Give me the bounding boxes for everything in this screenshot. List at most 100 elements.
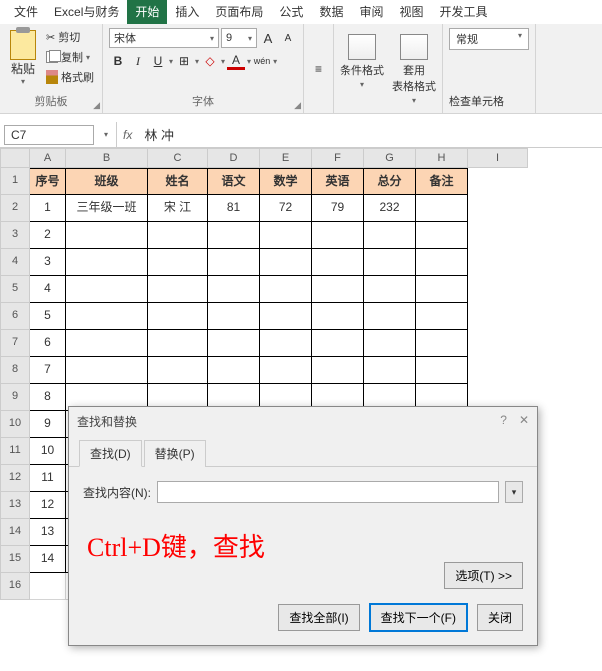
data-cell[interactable]: 5 [30,303,66,330]
data-cell[interactable] [364,249,416,276]
find-all-button[interactable]: 查找全部(I) [278,604,359,631]
data-cell[interactable] [260,276,312,303]
tab-excel-finance[interactable]: Excel与财务 [46,0,127,24]
row-header[interactable]: 7 [0,330,30,357]
row-header[interactable]: 16 [0,573,30,600]
data-cell[interactable] [66,222,148,249]
row-header[interactable]: 11 [0,438,30,465]
align-icon[interactable]: ≡ [315,62,322,76]
data-cell[interactable] [364,276,416,303]
col-header[interactable]: C [148,148,208,168]
find-next-button[interactable]: 查找下一个(F) [370,604,467,631]
data-cell[interactable] [312,303,364,330]
data-cell[interactable] [416,303,468,330]
data-cell[interactable] [66,330,148,357]
row-header[interactable]: 8 [0,357,30,384]
row-header[interactable]: 13 [0,492,30,519]
header-cell[interactable]: 班级 [66,168,148,195]
tab-layout[interactable]: 页面布局 [207,0,271,24]
formula-value[interactable]: 林 冲 [138,123,180,146]
data-cell[interactable] [148,276,208,303]
data-cell[interactable] [312,357,364,384]
data-cell[interactable] [416,357,468,384]
row-header[interactable]: 3 [0,222,30,249]
data-cell[interactable] [260,249,312,276]
data-cell[interactable] [364,303,416,330]
col-header[interactable]: G [364,148,416,168]
data-cell[interactable]: 9 [30,411,66,438]
data-cell[interactable] [66,357,148,384]
row-header[interactable]: 14 [0,519,30,546]
col-header[interactable]: B [66,148,148,168]
format-painter-button[interactable]: 格式刷 [44,68,96,86]
tab-formula[interactable]: 公式 [271,0,311,24]
tab-replace[interactable]: 替换(P) [144,440,206,467]
data-cell[interactable] [148,249,208,276]
header-cell[interactable]: 总分 [364,168,416,195]
col-header[interactable]: H [416,148,468,168]
header-cell[interactable]: 数学 [260,168,312,195]
data-cell[interactable] [364,330,416,357]
underline-button[interactable]: U [149,52,167,70]
data-cell[interactable] [260,303,312,330]
tab-find[interactable]: 查找(D) [79,440,142,467]
row-header[interactable]: 15 [0,546,30,573]
check-cell-button[interactable]: 检查单元格 [449,93,529,109]
cut-button[interactable]: ✂剪切 [44,28,96,46]
header-cell[interactable]: 语文 [208,168,260,195]
table-format-button[interactable]: 套用 表格格式 ▾ [392,34,436,105]
tab-view[interactable]: 视图 [391,0,431,24]
header-cell[interactable]: 备注 [416,168,468,195]
italic-button[interactable]: I [129,52,147,70]
data-cell[interactable]: 6 [30,330,66,357]
row-header[interactable]: 6 [0,303,30,330]
close-icon[interactable]: ✕ [519,413,529,430]
data-cell[interactable]: 232 [364,195,416,222]
tab-data[interactable]: 数据 [311,0,351,24]
data-cell[interactable] [208,222,260,249]
close-button[interactable]: 关闭 [477,604,523,631]
data-cell[interactable]: 8 [30,384,66,411]
row-header[interactable]: 9 [0,384,30,411]
tab-review[interactable]: 审阅 [351,0,391,24]
data-cell[interactable]: 1 [30,195,66,222]
font-color-button[interactable]: A [227,52,245,70]
font-name-select[interactable]: 宋体▾ [109,28,219,48]
col-header[interactable]: A [30,148,66,168]
row-header[interactable]: 2 [0,195,30,222]
phonetic-button[interactable]: wén [253,52,271,70]
options-button[interactable]: 选项(T) >> [444,562,523,589]
data-cell[interactable] [416,249,468,276]
data-cell[interactable]: 三年级一班 [66,195,148,222]
name-box[interactable]: C7 [4,125,94,145]
find-history-dropdown[interactable]: ▾ [505,481,523,503]
data-cell[interactable]: 4 [30,276,66,303]
bold-button[interactable]: B [109,52,127,70]
data-cell[interactable] [312,330,364,357]
col-header[interactable]: E [260,148,312,168]
number-format-select[interactable]: 常规▾ [449,28,529,50]
data-cell[interactable] [364,357,416,384]
data-cell[interactable] [148,330,208,357]
data-cell[interactable]: 7 [30,357,66,384]
data-cell[interactable] [312,276,364,303]
conditional-format-button[interactable]: 条件格式 ▾ [340,34,384,89]
data-cell[interactable] [312,222,364,249]
data-cell[interactable] [66,249,148,276]
decrease-font-button[interactable]: A [279,29,297,47]
data-cell[interactable]: 79 [312,195,364,222]
data-cell[interactable] [416,330,468,357]
data-cell[interactable] [416,222,468,249]
data-cell[interactable]: 3 [30,249,66,276]
data-cell[interactable] [66,303,148,330]
data-cell[interactable] [148,303,208,330]
data-cell[interactable] [66,276,148,303]
copy-button[interactable]: 复制▾ [44,48,96,66]
data-cell[interactable] [208,330,260,357]
select-all-corner[interactable] [0,148,30,168]
increase-font-button[interactable]: A [259,29,277,47]
data-cell[interactable]: 11 [30,465,66,492]
data-cell[interactable]: 13 [30,519,66,546]
row-header[interactable]: 1 [0,168,30,195]
header-cell[interactable]: 序号 [30,168,66,195]
